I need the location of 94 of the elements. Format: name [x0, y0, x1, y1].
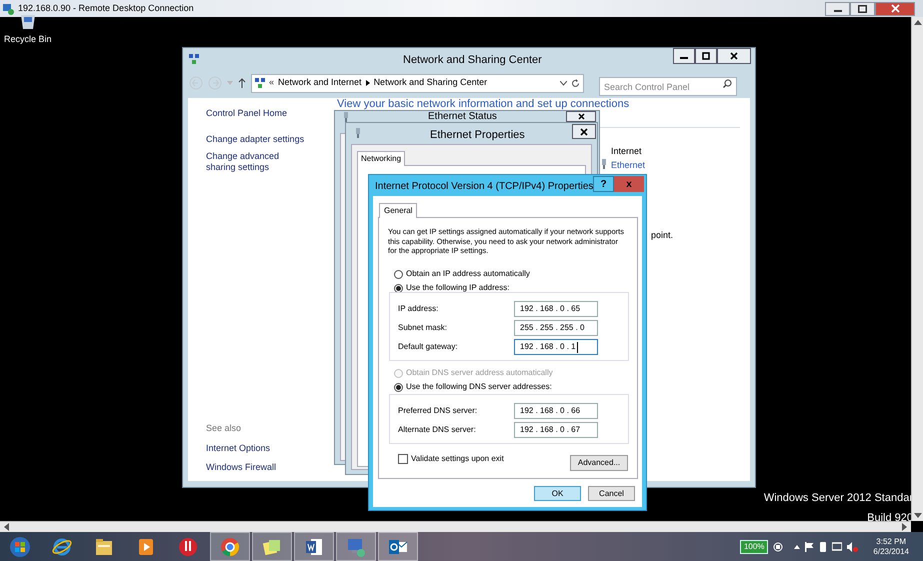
ip-address-field[interactable]: 255 . 255 . 255 . 0 [514, 320, 598, 336]
close-button[interactable] [566, 111, 596, 122]
network-icon [255, 78, 265, 88]
watermark-text: Windows Server 2012 Standar [764, 491, 913, 506]
breadcrumb-item[interactable]: Network and Sharing Center [374, 76, 488, 90]
minimize-button[interactable] [673, 48, 695, 64]
tab[interactable]: Networking [357, 151, 406, 166]
ethernet-icon [343, 112, 349, 122]
network-link[interactable]: Ethernet [611, 159, 646, 172]
icon-label[interactable]: Recycle Bin [4, 33, 52, 46]
network-icon [189, 54, 199, 64]
right-caret-icon [366, 80, 370, 86]
window-title: Ethernet Status [428, 112, 497, 122]
display-icon [832, 542, 842, 552]
browser-icon [51, 536, 73, 558]
dialog-button[interactable]: OK [534, 486, 581, 501]
clock-date[interactable]: 6/23/2014 [873, 546, 909, 556]
left-arrow-icon [3, 523, 9, 531]
radio-label: Obtain an IP address automatically [406, 268, 530, 280]
up-caret-icon [794, 544, 800, 548]
taskbar-button[interactable] [294, 532, 334, 561]
sidebar-link[interactable]: Change adapter settings [206, 134, 326, 145]
right-arrow-icon [902, 523, 908, 531]
tab[interactable]: General [379, 203, 418, 218]
radio-button[interactable] [394, 284, 403, 292]
window-title: Ethernet Properties [430, 128, 525, 143]
dialog-title: Internet Protocol Version 4 (TCP/IPv4) Properties [375, 180, 594, 194]
clock-time[interactable]: 3:52 PM [876, 536, 906, 546]
sidebar-link[interactable]: Control Panel Home [206, 108, 326, 119]
taskbar-button[interactable] [378, 532, 418, 561]
close-button[interactable] [717, 48, 751, 64]
dropdown-caret-icon [227, 81, 233, 85]
up-arrow-icon [914, 19, 922, 25]
help-button[interactable]: ? [593, 176, 614, 192]
field-label: Subnet mask: [398, 322, 447, 334]
close-icon [730, 52, 738, 60]
radio-button[interactable] [394, 382, 403, 392]
sidebar-link[interactable]: Windows Firewall [206, 461, 276, 474]
remote-desktop-icon [2, 2, 14, 14]
windows-orb-icon [9, 536, 31, 558]
section-label: See also [206, 422, 242, 435]
close-button[interactable]: x [614, 176, 644, 192]
round-logo-icon [219, 536, 241, 558]
radio-button[interactable] [394, 270, 403, 278]
advanced-button[interactable]: Advanced... [570, 455, 628, 471]
breadcrumb-chevron: « [269, 76, 274, 90]
close-icon [890, 4, 900, 13]
sidebar-link[interactable]: Change advanced sharing settings [206, 151, 306, 173]
checkbox[interactable] [398, 454, 408, 464]
search-field[interactable]: Search Control Panel [599, 77, 737, 96]
down-arrow-icon [914, 513, 922, 519]
ethernet-icon [355, 128, 361, 138]
close-icon [580, 128, 588, 136]
ip-address-field[interactable]: 192 . 168 . 0 . 66 [514, 403, 598, 419]
close-icon [578, 113, 584, 120]
vertical-scrollbar[interactable] [911, 17, 923, 521]
network-label: Internet [611, 145, 642, 158]
maximize-button[interactable] [850, 2, 875, 16]
body-text: point. [651, 229, 674, 242]
search-icon [723, 78, 732, 88]
taskbar-button[interactable] [210, 532, 250, 561]
up-arrow-icon [238, 78, 246, 88]
ip-address-field[interactable]: 192 . 168 . 0 . 1 [514, 339, 598, 355]
field-label: Default gateway: [398, 341, 458, 353]
address-bar[interactable]: « Network and Internet Network and Sharing Center [251, 74, 584, 92]
window-title: 192.168.0.90 - Remote Desktop Connection [18, 2, 194, 15]
maximize-icon [702, 52, 710, 60]
minimize-button[interactable] [825, 2, 850, 16]
breadcrumb-item[interactable]: Network and Internet [278, 76, 362, 90]
device-icon [819, 542, 828, 552]
speaker-muted-icon [847, 542, 858, 552]
close-button[interactable] [572, 124, 596, 139]
radio-label: Obtain DNS server address automatically [406, 367, 553, 379]
radio-label: Use the following DNS server addresses: [406, 381, 552, 393]
ethernet-icon [601, 159, 607, 169]
window-title: Network and Sharing Center [403, 53, 542, 68]
horizontal-scrollbar[interactable] [0, 521, 911, 532]
flag-icon [805, 542, 814, 552]
refresh-icon [571, 78, 580, 88]
minimize-icon [834, 10, 842, 12]
ip-address-field[interactable]: 192 . 168 . 0 . 67 [514, 422, 598, 438]
dropdown-caret-icon [560, 80, 567, 86]
sidebar-link[interactable]: Internet Options [206, 442, 276, 455]
maximize-button[interactable] [695, 48, 717, 64]
battery-indicator[interactable]: 100% [740, 540, 768, 554]
dialog-button[interactable]: Cancel [588, 486, 635, 501]
ip-address-field[interactable]: 192 . 168 . 0 . 65 [514, 301, 598, 317]
field-label: Preferred DNS server: [398, 405, 478, 417]
radio-label: Use the following IP address: [406, 282, 510, 294]
field-label: Alternate DNS server: [398, 424, 476, 436]
page-heading: View your basic network information and set up connections [337, 98, 630, 110]
checkbox-label: Validate settings upon exit [411, 453, 504, 465]
maximize-icon [858, 4, 867, 12]
field-label: IP address: [398, 303, 438, 315]
